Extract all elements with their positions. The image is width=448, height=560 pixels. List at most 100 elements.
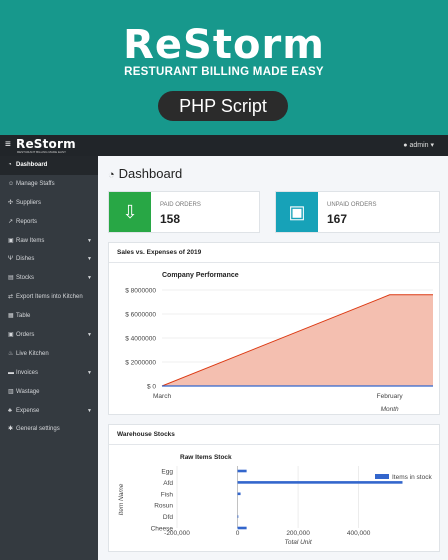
company-performance-chart: Company Performance $ 0 $ 2000000 $ 4000000… [125,272,433,413]
promo-banner: ReStorm RESTURANT BILLING MADE EASY PHP … [0,0,448,135]
unpaid-orders-label: UNPAID ORDERS [327,202,377,208]
sidebar-item-expense[interactable]: ♣ Expense ▼ [0,402,98,421]
caret-down-icon: ▼ [87,237,92,244]
sidebar-item-label: Table [16,313,31,320]
area-fill [162,294,433,386]
sidebar-item-suppliers[interactable]: ✣ Suppliers [0,194,98,213]
sidebar-item-orders[interactable]: ▣ Orders ▼ [0,326,98,345]
legend-label: Items in stock [392,474,432,481]
sidebar-item-wastage[interactable]: ▥ Wastage [0,383,98,402]
user-icon: ● [403,142,408,149]
invoice-icon: ▬ [8,369,14,376]
sidebar-item-label: Wastage [16,388,40,395]
raw-items-stock-chart: Raw Items Stock-200,000 0 200,000 400,000Eg… [118,454,432,546]
unpaid-orders-value: 167 [327,212,348,226]
chevron-down-icon: ▾ [430,142,434,149]
y-tick-label: $ 8000000 [125,288,156,295]
bag-icon: ▤ [8,275,14,282]
sidebar-item-label: Dishes [16,256,35,263]
php-script-badge: PHP Script [158,91,288,121]
legend-swatch [375,474,389,479]
y-tick-label: $ 6000000 [125,312,156,319]
sidebar-item-dashboard[interactable]: ◔ Dashboard [0,156,98,175]
sidebar-item-table[interactable]: ▦ Table [0,307,98,326]
trash-icon: ▥ [8,388,14,395]
caret-down-icon: ▼ [87,256,92,263]
unpaid-orders-card[interactable]: ▣ UNPAID ORDERS 167 [275,191,440,233]
cart-icon: ▣ [276,192,318,232]
sidebar-item-export-items-into-kitchen[interactable]: ⇄ Export Items into Kitchen [0,288,98,307]
sidebar-item-live-kitchen[interactable]: ♨ Live Kitchen [0,345,98,364]
x-tick-label: March [153,393,171,400]
navbar-logo[interactable]: ReStorm [16,137,76,151]
sidebar-item-label: Orders [16,332,35,339]
caret-down-icon: ▼ [87,275,92,282]
caret-down-icon: ▼ [87,407,92,414]
sidebar-item-manage-staffs[interactable]: ☺ Manage Staffs [0,175,98,194]
hero-tagline: RESTURANT BILLING MADE EASY [124,66,324,78]
bar [237,469,247,473]
y-tick-label: $ 2000000 [125,360,156,367]
x-tick-label: 200,000 [286,530,310,537]
hero-brand-title: ReStorm [123,22,325,68]
cart-download-icon: ⇩ [109,192,151,232]
sidebar-item-label: Export Items into Kitchen [16,294,83,301]
exchange-icon: ⇄ [8,294,14,301]
sidebar-item-label: Stocks [16,275,35,282]
y-tick-label: $ 4000000 [125,336,156,343]
chart-title: Raw Items Stock [180,454,232,461]
x-axis-label: Total Unit [284,539,312,546]
sidebar-item-label: Expense [16,407,40,414]
sales-expenses-card: Sales vs. Expenses of 2019 Company Perfo… [108,242,440,415]
y-tick-label: Afd [163,480,173,487]
chart-title: Company Performance [162,272,239,279]
warehouse-stocks-card: Warehouse Stocks Raw Items Stock -200,000… [108,424,440,552]
sidebar-item-reports[interactable]: ↗ Reports [0,213,98,232]
sidebar-item-invoices[interactable]: ▬ Invoices ▼ [0,364,98,383]
sidebar-nav: ◔ Dashboard ☺ Manage Staffs ✣ Suppliers ↗ Repor… [0,156,98,560]
y-tick-label: Cheese [151,526,174,533]
sidebar-item-general-settings[interactable]: ✱ General settings [0,420,98,439]
money-icon: ♣ [8,407,12,414]
sidebar-item-label: Dashboard [16,162,48,168]
y-tick-label: Egg [161,469,173,476]
x-axis-label: Month [381,406,399,413]
bar [237,492,241,496]
page-title: ◔ Dashboard [108,166,182,181]
gears-icon: ✱ [8,426,14,433]
handshake-icon: ✣ [8,199,14,206]
x-tick-label: 0 [236,530,240,537]
hamburger-icon[interactable]: ≡ [5,139,11,150]
caret-down-icon: ▼ [87,369,92,376]
y-tick-label: Dfd [163,514,174,521]
tachometer-icon: ◔ [8,162,12,168]
page-title-text: Dashboard [118,166,183,181]
tachometer-icon: ◔ [108,169,115,181]
sidebar-item-dishes[interactable]: Ψ Dishes ▼ [0,250,98,269]
x-tick-label: February [377,393,404,400]
navbar-logo-subtitle: RESTURANT BILLING MADE EASY [17,150,66,154]
sidebar-item-stocks[interactable]: ▤ Stocks ▼ [0,269,98,288]
bar [237,526,247,530]
cart-icon: ▣ [8,332,14,339]
sidebar-item-label: General settings [16,426,60,433]
paid-orders-value: 158 [160,212,181,226]
paid-orders-card[interactable]: ⇩ PAID ORDERS 158 [108,191,260,233]
sidebar-item-label: Invoices [16,369,39,376]
paid-orders-label: PAID ORDERS [160,202,201,208]
y-tick-label: Rosun [154,503,173,510]
sidebar-item-raw-items[interactable]: ▣ Raw Items ▼ [0,232,98,251]
y-tick-label: Fish [161,491,174,498]
caret-down-icon: ▼ [87,332,92,339]
sidebar-item-label: Manage Staffs [16,180,55,187]
user-name: admin [409,142,429,149]
table-icon: ▦ [8,313,14,320]
user-menu[interactable]: ● admin ▾ [403,141,434,149]
y-tick-label: $ 0 [147,384,156,391]
x-tick-label: 400,000 [347,530,371,537]
sidebar-item-label: Raw Items [16,237,45,244]
bar [237,515,239,518]
users-icon: ☺ [8,180,15,187]
sidebar-item-label: Live Kitchen [16,350,49,357]
fire-icon: ♨ [8,350,14,357]
